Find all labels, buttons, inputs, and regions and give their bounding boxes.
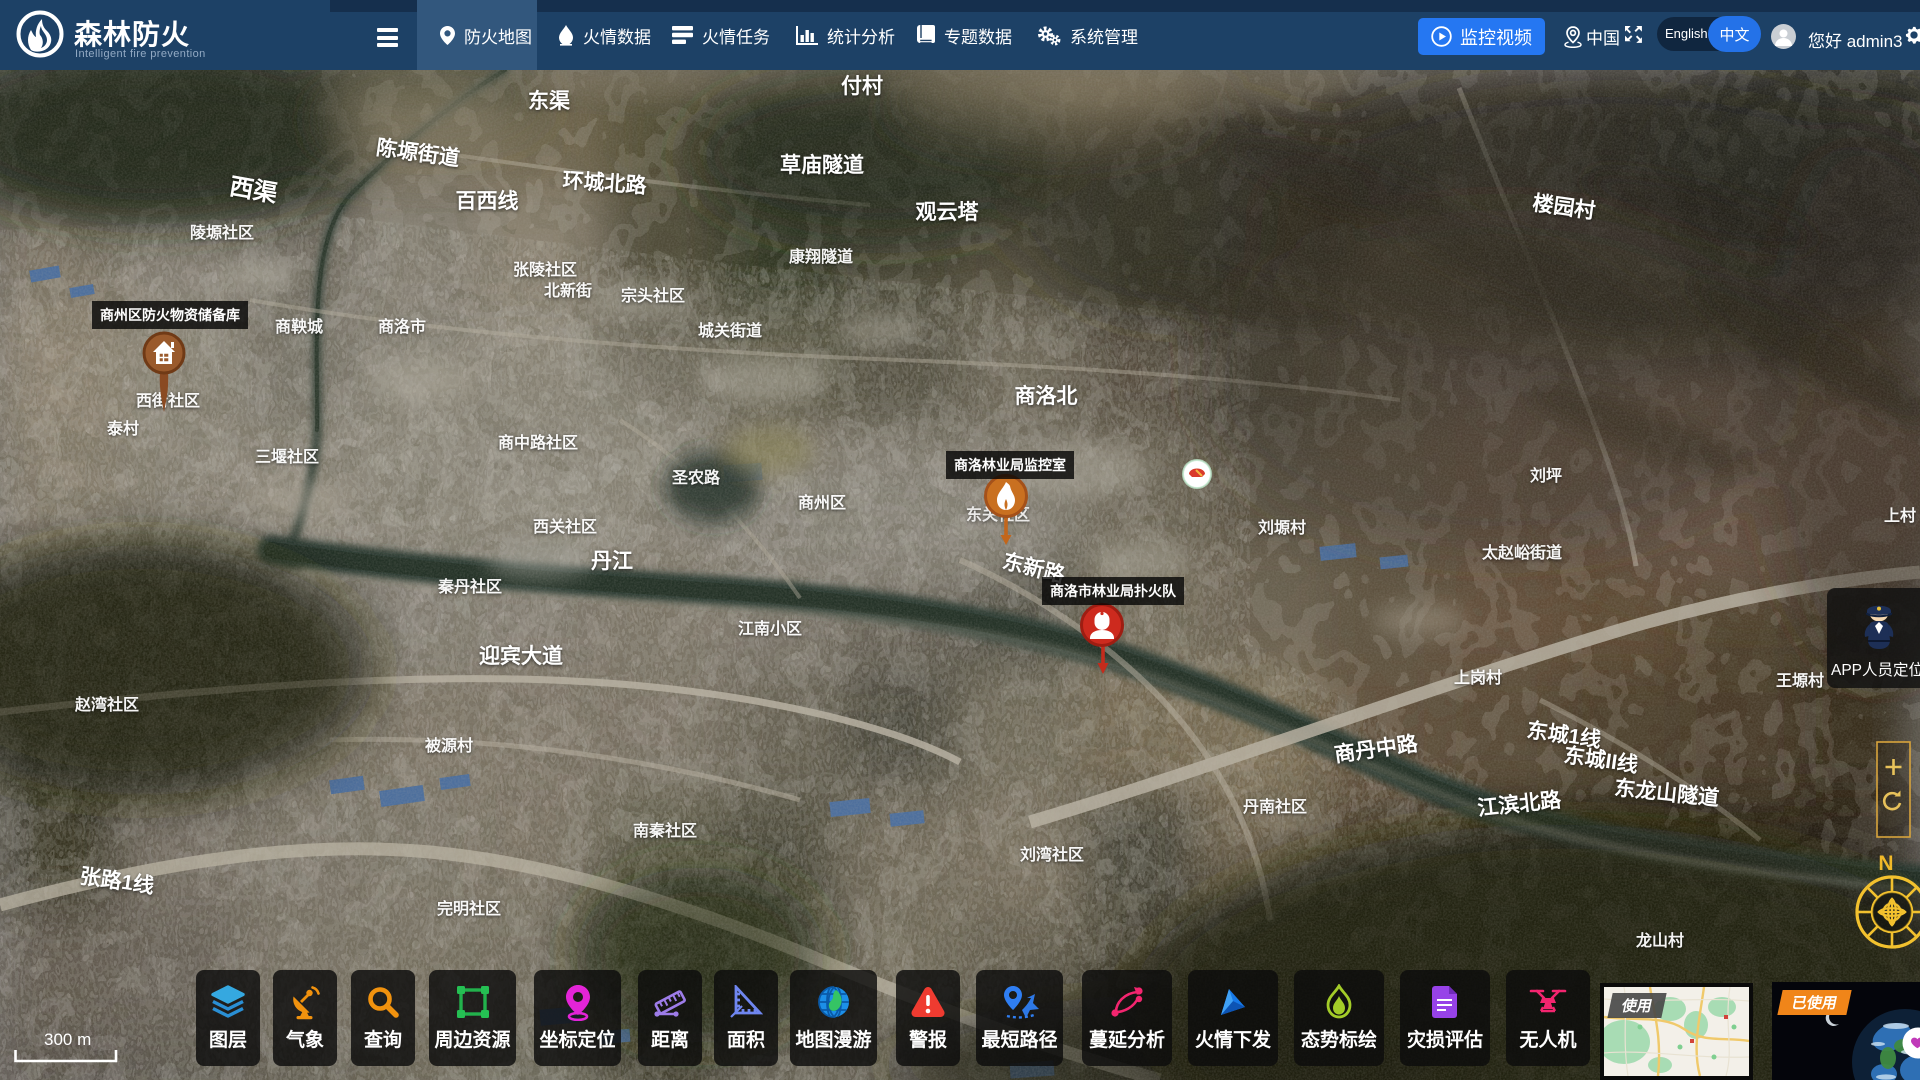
svg-text:N: N [1878,852,1893,875]
